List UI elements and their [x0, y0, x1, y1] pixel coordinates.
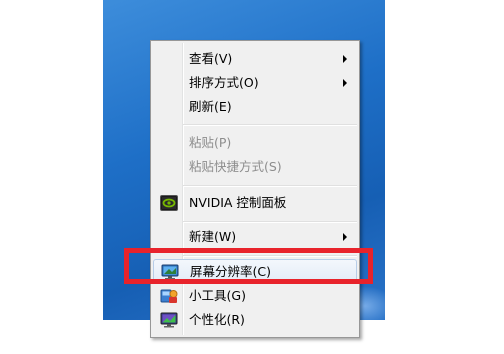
menu-item-new[interactable]: 新建(W): [153, 225, 357, 249]
menu-item-label: NVIDIA 控制面板: [189, 195, 287, 210]
menu-item-label: 刷新(E): [189, 99, 232, 114]
menu-item-paste: 粘贴(P): [153, 131, 357, 155]
menu-item-sort-by[interactable]: 排序方式(O): [153, 71, 357, 95]
menu-item-personalize[interactable]: 个性化(R): [153, 308, 357, 332]
menu-item-label: 新建(W): [189, 229, 237, 244]
menu-item-label: 小工具(G): [189, 288, 246, 303]
menu-separator: [183, 221, 357, 222]
menu-item-view[interactable]: 查看(V): [153, 47, 357, 71]
menu-item-label: 粘贴快捷方式(S): [189, 159, 282, 174]
nvidia-icon: [160, 195, 178, 211]
menu-item-label: 个性化(R): [189, 312, 245, 327]
menu-separator: [183, 185, 357, 186]
gadgets-icon: [160, 288, 178, 304]
submenu-arrow-icon: [343, 55, 347, 63]
menu-item-label: 粘贴(P): [189, 135, 232, 150]
submenu-arrow-icon: [343, 79, 347, 87]
desktop-context-menu: 查看(V) 排序方式(O) 刷新(E) 粘贴(P) 粘贴快捷方式(S) NVID…: [150, 40, 360, 338]
annotation-highlight-box: [124, 248, 373, 284]
menu-item-nvidia-control-panel[interactable]: NVIDIA 控制面板: [153, 191, 357, 215]
submenu-arrow-icon: [343, 233, 347, 241]
menu-item-paste-shortcut: 粘贴快捷方式(S): [153, 155, 357, 179]
menu-item-gadgets[interactable]: 小工具(G): [153, 284, 357, 308]
menu-item-refresh[interactable]: 刷新(E): [153, 95, 357, 119]
personalize-icon: [160, 312, 178, 328]
menu-item-label: 查看(V): [189, 51, 233, 66]
menu-item-label: 排序方式(O): [189, 75, 259, 90]
menu-separator: [183, 124, 357, 125]
